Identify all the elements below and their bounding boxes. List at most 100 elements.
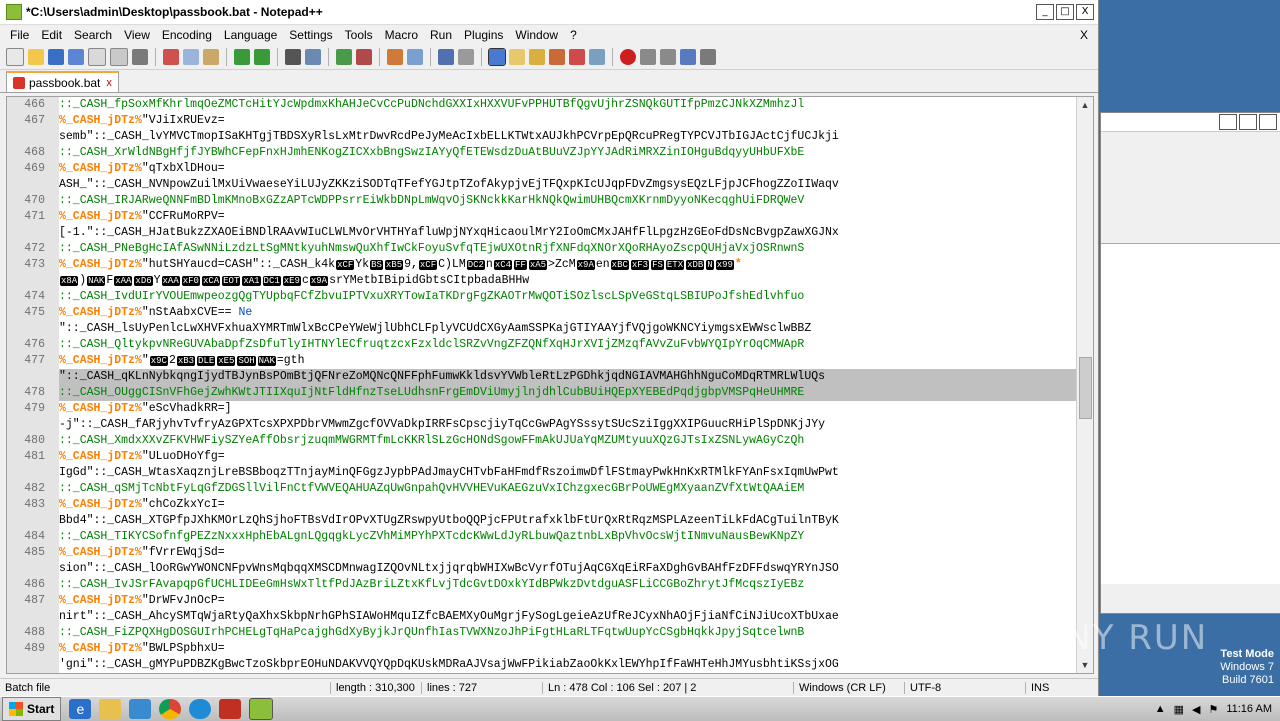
doc-map-icon[interactable]: [529, 49, 545, 65]
udl-icon[interactable]: [509, 49, 525, 65]
code-line[interactable]: 473 %_CASH_jDTz%"hutSHYaucd=CASH"::_CASH_…: [7, 257, 1077, 273]
editor-pane[interactable]: 466::_CASH_fpSoxMfKhrlmqOeZMCTcHitYJcWpd…: [6, 96, 1094, 674]
scroll-down-icon[interactable]: ▼: [1077, 657, 1093, 673]
code-line[interactable]: 488::_CASH_FiZPQXHgDOSGUIrhPCHELgTqHaPca…: [7, 625, 1077, 641]
notepadpp-taskbar-icon[interactable]: [249, 698, 274, 720]
code-line[interactable]: "::_CASH_lsUyPenlcLwXHVFxhuaXYMRTmWlxBcC…: [7, 321, 1077, 337]
monitoring-icon[interactable]: [589, 49, 605, 65]
code-line[interactable]: 479 %_CASH_jDTz%"eScVhadkRR=]: [7, 401, 1077, 417]
close-file-icon[interactable]: [88, 48, 106, 66]
zoom-in-icon[interactable]: [336, 49, 352, 65]
code-line[interactable]: 481 %_CASH_jDTz%"ULuoDHoYfg=: [7, 449, 1077, 465]
menu-encoding[interactable]: Encoding: [156, 28, 218, 42]
code-line[interactable]: 477 %_CASH_jDTz%" x9C 2 xB3 DLE xE5 SOH NAK =gth: [7, 353, 1077, 369]
clock[interactable]: 11:16 AM: [1226, 703, 1272, 715]
background-window[interactable]: [1100, 112, 1280, 614]
code-line[interactable]: 480::_CASH_XmdxXXvZFKVHWFiySZYeAffObsrjz…: [7, 433, 1077, 449]
paste-icon[interactable]: [203, 49, 219, 65]
code-line[interactable]: 468::_CASH_XrWldNBgHfjfJYBWhCFepFnxHJmhE…: [7, 145, 1077, 161]
code-line[interactable]: Bbd4"::_CASH_XTGPfpJXhKMOrLzQhSjhoFTBsVd…: [7, 513, 1077, 529]
action-center-icon[interactable]: ⚑: [1208, 703, 1218, 716]
menu-search[interactable]: Search: [68, 28, 118, 42]
stop-macro-icon[interactable]: [640, 49, 656, 65]
minimize-button[interactable]: _: [1036, 4, 1054, 20]
internet-explorer-icon[interactable]: e: [69, 699, 92, 719]
code-line[interactable]: 484::_CASH_TIKYCSofnfgPEZzNxxxHphEbALgnL…: [7, 529, 1077, 545]
chrome-icon[interactable]: [159, 699, 182, 719]
open-file-icon[interactable]: [28, 49, 44, 65]
indent-guide-icon[interactable]: [488, 48, 506, 66]
code-line[interactable]: sion"::_CASH_lOoRGwYWONCNFpvWnsMqbqqXMSC…: [7, 561, 1077, 577]
menu-macro[interactable]: Macro: [379, 28, 424, 42]
play-macro-icon[interactable]: [660, 49, 676, 65]
sync-scroll-icon[interactable]: [387, 49, 403, 65]
redo-icon[interactable]: [254, 49, 270, 65]
save-macro-icon[interactable]: [700, 49, 716, 65]
code-line[interactable]: "::_CASH_qKLnNybkqngIjydTBJynBsPOmBtjQFN…: [7, 369, 1077, 385]
menu-help[interactable]: ?: [564, 28, 583, 42]
save-icon[interactable]: [48, 49, 64, 65]
edge-icon[interactable]: [189, 699, 212, 719]
code-line[interactable]: 471 %_CASH_jDTz%"CCFRuMoRPV=: [7, 209, 1077, 225]
code-line[interactable]: 487 %_CASH_jDTz%"DrWFvJnOcP=: [7, 593, 1077, 609]
menu-plugins[interactable]: Plugins: [458, 28, 509, 42]
record-macro-icon[interactable]: [620, 49, 636, 65]
media-player-icon[interactable]: [129, 699, 152, 719]
code-lines[interactable]: 466::_CASH_fpSoxMfKhrlmqOeZMCTcHitYJcWpd…: [7, 97, 1077, 673]
close-document-button[interactable]: X: [1080, 28, 1088, 42]
start-button[interactable]: Start: [2, 697, 62, 721]
code-line[interactable]: 469 %_CASH_jDTz%"qTxbXlDHou=: [7, 161, 1077, 177]
network-icon[interactable]: ▦: [1174, 703, 1184, 716]
folder-workspace-icon[interactable]: [569, 49, 585, 65]
show-all-chars-icon[interactable]: [458, 49, 474, 65]
code-line[interactable]: ASH_"::_CASH_NVNpowZuilMxUiVwaeseYiLUJyZ…: [7, 177, 1077, 193]
new-file-icon[interactable]: [6, 48, 24, 66]
menu-language[interactable]: Language: [218, 28, 283, 42]
undo-icon[interactable]: [234, 49, 250, 65]
code-line[interactable]: 467 %_CASH_jDTz%"VJiIxRUEvz=: [7, 113, 1077, 129]
scrollbar-thumb[interactable]: [1079, 357, 1092, 419]
winrar-icon[interactable]: [219, 699, 242, 719]
code-line[interactable]: 489 %_CASH_jDTz%"BWLPSpbhxU=: [7, 641, 1077, 657]
function-list-icon[interactable]: [549, 49, 565, 65]
bg-minimize-button[interactable]: [1219, 114, 1237, 130]
code-line[interactable]: 466::_CASH_fpSoxMfKhrlmqOeZMCTcHitYJcWpd…: [7, 97, 1077, 113]
print-icon[interactable]: [132, 49, 148, 65]
sync-horizontal-icon[interactable]: [407, 49, 423, 65]
tab-close-icon[interactable]: x: [106, 77, 112, 89]
scroll-up-icon[interactable]: ▲: [1077, 97, 1093, 113]
code-line[interactable]: 474::_CASH_IvdUIrYVOUEmwpeozgQgTYUpbqFCf…: [7, 289, 1077, 305]
save-all-icon[interactable]: [68, 49, 84, 65]
cut-icon[interactable]: [163, 49, 179, 65]
code-line[interactable]: 478::_CASH_OUggCISnVFhGejZwhKWtJTIIXquIj…: [7, 385, 1077, 401]
code-line[interactable]: -j"::_CASH_fARjyhvTvfryAzGPXTcsXPXPDbrVM…: [7, 417, 1077, 433]
code-line[interactable]: semb"::_CASH_lvYMVCTmopISaKHTgjTBDSXyRls…: [7, 129, 1077, 145]
menu-window[interactable]: Window: [509, 28, 564, 42]
vertical-scrollbar[interactable]: ▲ ▼: [1076, 97, 1093, 673]
menu-run[interactable]: Run: [424, 28, 458, 42]
code-line[interactable]: 470::_CASH_IRJARweQNNFmBDlmKMnoBxGZzAPTc…: [7, 193, 1077, 209]
code-line[interactable]: [-1."::_CASH_HJatBukzZXAOEiBNDlRAAvWIuCL…: [7, 225, 1077, 241]
code-line[interactable]: IgGd"::_CASH_WtasXaqznjLreBSBboqzTTnjayM…: [7, 465, 1077, 481]
menu-view[interactable]: View: [118, 28, 156, 42]
code-line[interactable]: 476::_CASH_QltykpvNReGUVAbaDpfZsDfuTlyIH…: [7, 337, 1077, 353]
code-line[interactable]: x8A) NAK FxAA xD6 YxAA xF0 xCA EOT xA1 DC1 xE9 c x9A…: [7, 273, 1077, 289]
code-line[interactable]: 475 %_CASH_jDTz%"nStAabxCVE== Ne: [7, 305, 1077, 321]
copy-icon[interactable]: [183, 49, 199, 65]
tab-passbook[interactable]: passbook.bat x: [6, 71, 119, 92]
menu-tools[interactable]: Tools: [339, 28, 379, 42]
menu-file[interactable]: File: [4, 28, 35, 42]
code-line[interactable]: 486::_CASH_IvJSrFAvapqpGfUCHLIDEeGmHsWxT…: [7, 577, 1077, 593]
close-all-icon[interactable]: [110, 48, 128, 66]
tray-arrow-icon[interactable]: ▲: [1155, 703, 1166, 715]
code-line[interactable]: 483 %_CASH_jDTz%"chCoZkxYcI=: [7, 497, 1077, 513]
code-line[interactable]: 472::_CASH_PNeBgHcIAfASwNNiLzdzLtSgMNtky…: [7, 241, 1077, 257]
replace-icon[interactable]: [305, 49, 321, 65]
code-line[interactable]: 485 %_CASH_jDTz%"fVrrEWqjSd=: [7, 545, 1077, 561]
volume-icon[interactable]: ◀: [1192, 703, 1200, 716]
code-line[interactable]: nirt"::_CASH_AhcySMTqWjaRtyQaXhxSkbpNrhG…: [7, 609, 1077, 625]
file-explorer-icon[interactable]: [99, 699, 122, 719]
maximize-button[interactable]: □: [1056, 4, 1074, 20]
close-button[interactable]: X: [1076, 4, 1094, 20]
find-icon[interactable]: [285, 49, 301, 65]
